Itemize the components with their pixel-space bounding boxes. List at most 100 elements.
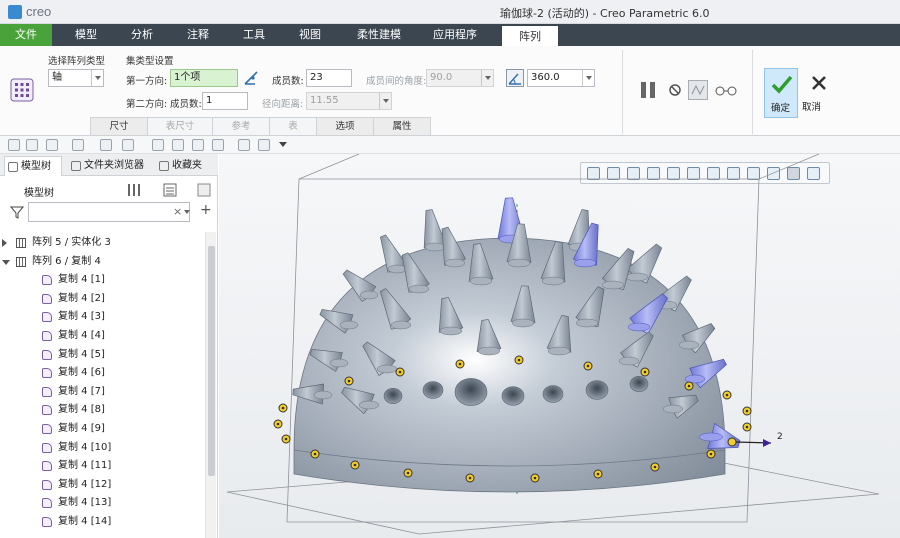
pattern-feature-icon xyxy=(16,256,26,267)
clear-search-icon[interactable]: × xyxy=(173,205,182,218)
chevron-down-icon xyxy=(582,70,594,86)
pattern-member-point-center xyxy=(458,362,462,366)
tree-row-label: 复制 4 [14] xyxy=(58,516,112,527)
pause-icon[interactable] xyxy=(638,80,658,100)
dome-hole xyxy=(542,385,564,403)
tree-row[interactable]: 阵列 5 / 实体化 3 xyxy=(2,234,111,252)
tree-row[interactable]: 复制 4 [3] xyxy=(42,308,105,326)
regenerate-icon[interactable] xyxy=(100,139,112,151)
tree-row[interactable]: 复制 4 [6] xyxy=(42,364,105,382)
tab-model-tree[interactable]: 模型树 xyxy=(4,156,62,176)
measure-icon[interactable] xyxy=(172,139,184,151)
subtab-table-dimensions[interactable]: 表尺寸 xyxy=(147,117,213,135)
new-icon[interactable] xyxy=(8,139,20,151)
dir2-members-input[interactable]: 1 xyxy=(202,92,248,110)
show-icon[interactable] xyxy=(162,182,178,198)
ok-button[interactable]: 确定 xyxy=(764,68,798,118)
tab-file[interactable]: 文件 xyxy=(0,24,52,46)
tree-row-label: 复制 4 [9] xyxy=(58,423,105,434)
model-scene[interactable]: 2 xyxy=(219,154,900,538)
chevron-down-icon[interactable] xyxy=(184,210,190,214)
tab-favorites[interactable]: 收藏夹 xyxy=(156,156,212,176)
settings-icon[interactable] xyxy=(126,182,142,198)
tree-search-input[interactable] xyxy=(28,202,190,222)
tree-row[interactable]: 复制 4 [4] xyxy=(42,327,105,345)
spike-base xyxy=(359,290,379,300)
dome-hole xyxy=(501,386,525,406)
dir2-label: 第二方向: xyxy=(126,99,168,110)
cancel-button[interactable]: 取消 xyxy=(802,68,836,118)
copy-icon[interactable] xyxy=(238,139,250,151)
pattern-member-point-center xyxy=(347,379,351,383)
tree-row[interactable]: 复制 4 [13] xyxy=(42,494,111,512)
favorites-icon xyxy=(159,161,169,171)
no-preview-icon[interactable] xyxy=(668,83,682,97)
dome-hole xyxy=(454,378,488,406)
angle-direction-icon[interactable] xyxy=(243,70,259,86)
collapse-arrow-icon[interactable] xyxy=(2,259,10,265)
spike-base xyxy=(376,364,398,374)
spike-base xyxy=(627,322,651,332)
tab-analysis[interactable]: 分析 xyxy=(122,24,162,46)
dome-hole xyxy=(422,381,444,399)
tree-row[interactable]: 复制 4 [9] xyxy=(42,420,105,438)
redo-icon[interactable] xyxy=(72,139,84,151)
selection-filter-icon[interactable] xyxy=(212,139,224,151)
filter-icon[interactable] xyxy=(10,205,24,219)
dir1-label: 第一方向: xyxy=(126,76,168,87)
angle-between-value: 90.0 xyxy=(430,72,453,83)
close-window-icon[interactable] xyxy=(152,139,164,151)
set-type-label: 集类型设置 xyxy=(126,56,174,67)
tab-pattern[interactable]: 阵列 xyxy=(502,24,558,46)
tree-row[interactable]: 复制 4 [2] xyxy=(42,290,105,308)
tab-flexible-modeling[interactable]: 柔性建模 xyxy=(350,24,408,46)
subtab-tables[interactable]: 表 xyxy=(269,117,317,135)
tab-annotate[interactable]: 注释 xyxy=(178,24,218,46)
tab-applications[interactable]: 应用程序 xyxy=(424,24,486,46)
members-input[interactable]: 23 xyxy=(306,69,352,87)
tree-scrollbar-thumb[interactable] xyxy=(208,246,215,476)
dir2-members-label: 成员数: xyxy=(170,99,202,110)
tab-folder-browser[interactable]: 文件夹浏览器 xyxy=(68,156,152,176)
dome-hole xyxy=(629,376,649,392)
total-angle-select[interactable]: 360.0 xyxy=(527,69,595,87)
tree-row[interactable]: 复制 4 [14] xyxy=(42,513,111,531)
spike-base xyxy=(511,318,535,328)
chevron-down-icon xyxy=(379,93,391,109)
tree-row[interactable]: 复制 4 [10] xyxy=(42,439,111,457)
tree-row[interactable]: 复制 4 [1] xyxy=(42,271,105,289)
expand-arrow-icon[interactable] xyxy=(2,239,7,247)
glasses-preview-icon[interactable] xyxy=(714,82,738,98)
total-angle-icon[interactable] xyxy=(506,69,524,87)
chevron-down-icon[interactable] xyxy=(279,141,287,149)
save-icon[interactable] xyxy=(26,139,38,151)
tree-row[interactable]: 阵列 6 / 复制 4 xyxy=(2,253,101,271)
ribbon-tab-bar: 文件 模型 分析 注释 工具 视图 柔性建模 应用程序 阵列 xyxy=(0,24,900,46)
tree-columns-icon[interactable] xyxy=(196,182,212,198)
tree-row[interactable]: 复制 4 [8] xyxy=(42,401,105,419)
subtab-references[interactable]: 参考 xyxy=(212,117,270,135)
subtab-options[interactable]: 选项 xyxy=(316,117,374,135)
dir1-reference-field[interactable]: 1个项 xyxy=(170,69,238,87)
windows-icon[interactable] xyxy=(122,139,134,151)
appearance-icon[interactable] xyxy=(192,139,204,151)
tree-row[interactable]: 复制 4 [5] xyxy=(42,346,105,364)
tab-model[interactable]: 模型 xyxy=(66,24,106,46)
tree-scrollbar[interactable] xyxy=(205,232,216,538)
tree-rows: 阵列 5 / 实体化 3 阵列 6 / 复制 4 复制 4 [1] 复制 4 [2] 复… xyxy=(0,232,204,527)
graphics-window[interactable]: 2 xyxy=(219,154,900,538)
tree-row-label: 复制 4 [5] xyxy=(58,348,105,360)
verify-mode-icon[interactable] xyxy=(688,80,708,100)
subtab-dimensions[interactable]: 尺寸 xyxy=(90,117,148,135)
tree-row[interactable]: 复制 4 [11] xyxy=(42,457,111,475)
tree-row[interactable]: 复制 4 [12] xyxy=(42,476,111,494)
add-filter-icon[interactable]: + xyxy=(200,202,212,218)
pattern-type-select[interactable]: 轴 xyxy=(48,69,104,87)
tab-view[interactable]: 视图 xyxy=(290,24,330,46)
subtab-properties[interactable]: 属性 xyxy=(373,117,431,135)
tab-tools[interactable]: 工具 xyxy=(234,24,274,46)
open-icon[interactable] xyxy=(258,139,270,151)
dimension-label[interactable]: 2 xyxy=(777,432,783,442)
tree-row[interactable]: 复制 4 [7] xyxy=(42,383,105,401)
undo-icon[interactable] xyxy=(46,139,58,151)
